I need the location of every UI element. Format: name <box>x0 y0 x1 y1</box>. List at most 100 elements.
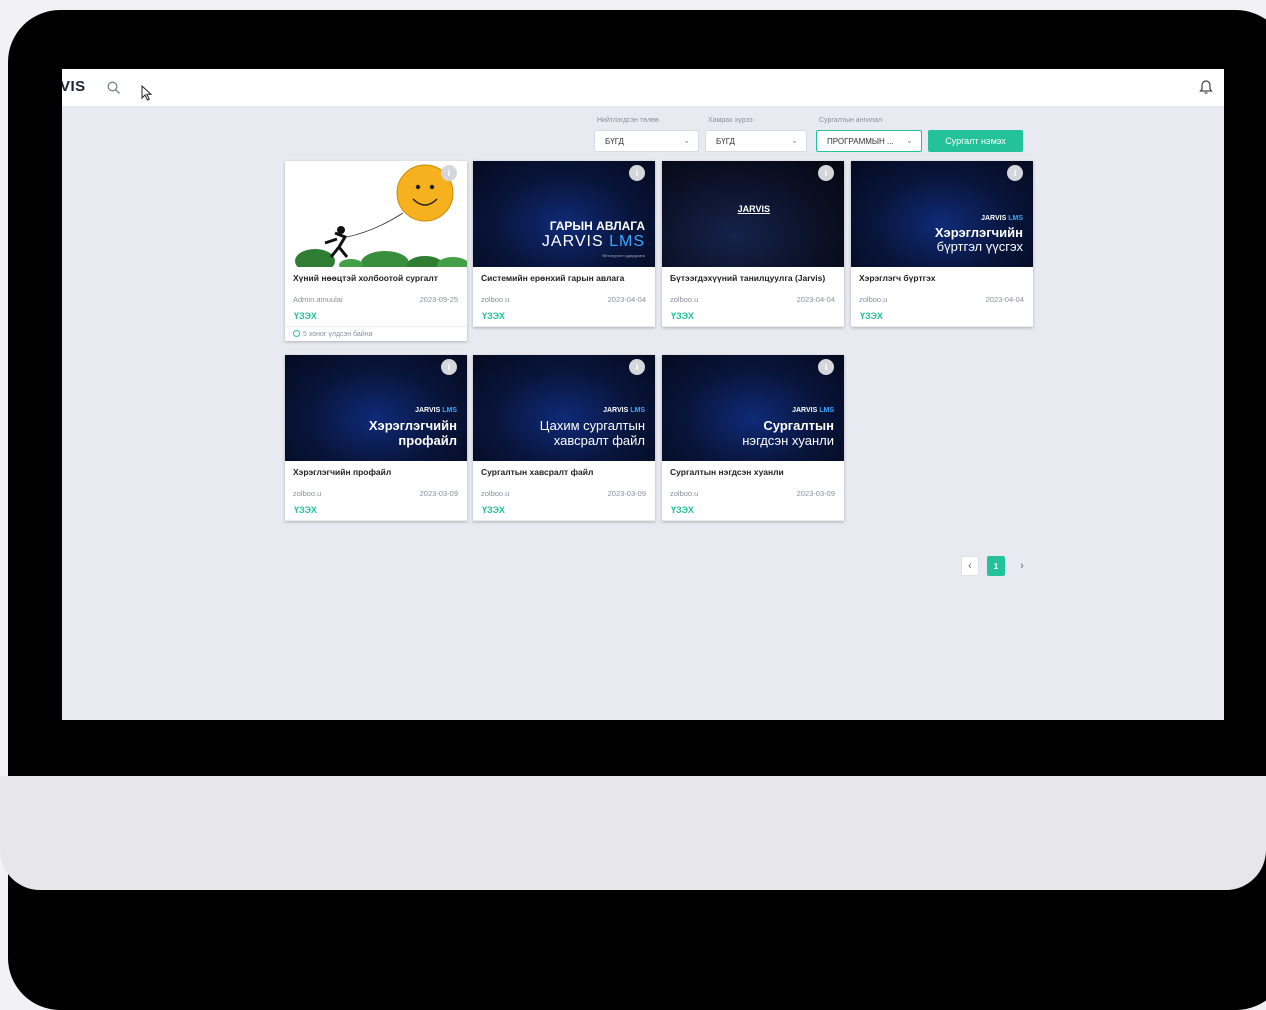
brand-lms: LMS <box>442 407 457 414</box>
view-course-button[interactable]: ҮЗЭХ <box>662 501 844 521</box>
thumbnail-line1: Хэрэглэгчийн <box>368 418 457 433</box>
thumbnail-brand: JARVIS LMS <box>603 407 645 414</box>
category-filter-label: Сургалтын ангилал <box>819 117 883 124</box>
chevron-down-icon: ⌄ <box>683 136 690 145</box>
course-meta: zolboo.u 2023-03-09 <box>662 487 844 501</box>
course-meta: zolboo.u 2023-03-09 <box>285 487 467 501</box>
thumbnail-brand: JARVIS LMS <box>541 233 645 251</box>
course-thumbnail[interactable]: JARVIS i <box>662 161 844 267</box>
course-date: 2023-03-09 <box>607 489 646 498</box>
course-card[interactable]: i Хүний нөөцтэй холбоотой сургалт Admin.… <box>285 161 467 341</box>
view-course-button[interactable]: ҮЗЭХ <box>473 307 655 327</box>
course-author: zolboo.u <box>481 295 510 304</box>
info-icon[interactable]: i <box>441 165 457 181</box>
thumbnail-line2: профайл <box>398 433 457 448</box>
course-thumbnail[interactable]: JARVIS LMS Цахим сургалтын хавсралт файл… <box>473 355 655 461</box>
course-title[interactable]: Хэрэглэгчийн профайл <box>285 461 467 487</box>
search-icon[interactable] <box>107 81 121 95</box>
coverage-filter-label: Хамрах хүрээ <box>708 117 753 124</box>
category-filter-select[interactable]: ПРОГРАММЫН ... ⌄ <box>816 130 922 152</box>
course-meta: zolboo.u 2023-04-04 <box>851 293 1033 307</box>
course-date: 2023-03-09 <box>796 489 835 498</box>
prev-page-button[interactable]: ‹ <box>961 556 979 576</box>
course-card[interactable]: JARVIS i Бүтээгдэхүүний танилцуулга (Jar… <box>662 161 844 327</box>
course-author: zolboo.u <box>670 295 699 304</box>
brand-lms: LMS <box>630 407 645 414</box>
coverage-filter-value: БҮГД <box>716 137 735 146</box>
course-card[interactable]: JARVIS LMS Сургалтын нэгдсэн хуанли i Су… <box>662 355 844 521</box>
info-icon[interactable]: i <box>818 359 834 375</box>
add-course-button[interactable]: Сургалт нэмэх <box>928 130 1023 152</box>
thumbnail-brand: JARVIS LMS <box>415 407 457 414</box>
app-screen: VIS Нийтлэгдсэн төлөв БҮГД ⌄ Хамрах хүрэ… <box>62 69 1224 720</box>
clock-icon <box>293 330 300 337</box>
brand-jarvis: JARVIS <box>792 407 818 414</box>
thumbnail-subtext: Үйлчлүүлэгч удирдлага <box>601 253 645 258</box>
thumbnail-heading: JARVIS <box>737 204 770 214</box>
info-icon[interactable]: i <box>1007 165 1023 181</box>
info-icon[interactable]: i <box>629 359 645 375</box>
course-card[interactable]: JARVIS LMS Хэрэглэгчийн профайл i Хэрэгл… <box>285 355 467 521</box>
published-filter-select[interactable]: БҮГД ⌄ <box>594 130 699 152</box>
cursor-icon <box>141 85 153 101</box>
course-date: 2023-04-04 <box>985 295 1024 304</box>
view-course-button[interactable]: ҮЗЭХ <box>662 307 844 327</box>
brand-lms: LMS <box>819 407 834 414</box>
course-title[interactable]: Сургалтын хавсралт файл <box>473 461 655 487</box>
info-icon[interactable]: i <box>818 165 834 181</box>
thumbnail-line1: Сургалтын <box>763 418 834 433</box>
brand-jarvis: JARVIS <box>981 215 1007 222</box>
course-thumbnail[interactable]: i <box>285 161 467 267</box>
published-filter-label: Нийтлэгдсэн төлөв <box>597 117 659 124</box>
course-thumbnail[interactable]: JARVIS LMS Хэрэглэгчийн бүртгэл үүсгэх i <box>851 161 1033 267</box>
chevron-down-icon: ⌄ <box>791 136 798 145</box>
brand-jarvis: JARVIS <box>415 407 441 414</box>
page-1-button[interactable]: 1 <box>987 556 1005 576</box>
thumbnail-line2: бүртгэл үүсгэх <box>936 239 1023 254</box>
course-meta: zolboo.u 2023-04-04 <box>473 293 655 307</box>
view-course-button[interactable]: ҮЗЭХ <box>851 307 1033 327</box>
view-course-button[interactable]: ҮЗЭХ <box>285 501 467 521</box>
course-card[interactable]: ГАРЫН АВЛАГА JARVIS LMS Үйлчлүүлэгч удир… <box>473 161 655 327</box>
bell-icon[interactable] <box>1199 79 1213 95</box>
brand-jarvis: JARVIS <box>541 233 604 250</box>
thumbnail-line1: Цахим сургалтын <box>539 418 645 433</box>
brand-lms: LMS <box>1008 215 1023 222</box>
next-page-button[interactable]: › <box>1013 556 1031 576</box>
category-filter-value: ПРОГРАММЫН ... <box>827 137 894 146</box>
brand-lms: LMS <box>609 233 645 250</box>
remaining-time: 5 хоног үлдсэн байна <box>285 327 467 341</box>
course-thumbnail[interactable]: JARVIS LMS Сургалтын нэгдсэн хуанли i <box>662 355 844 461</box>
coverage-filter-select[interactable]: БҮГД ⌄ <box>705 130 807 152</box>
course-thumbnail[interactable]: ГАРЫН АВЛАГА JARVIS LMS Үйлчлүүлэгч удир… <box>473 161 655 267</box>
course-thumbnail[interactable]: JARVIS LMS Хэрэглэгчийн профайл i <box>285 355 467 461</box>
view-course-button[interactable]: ҮЗЭХ <box>473 501 655 521</box>
course-title[interactable]: Сургалтын нэгдсэн хуанли <box>662 461 844 487</box>
course-author: zolboo.u <box>481 489 510 498</box>
brand-jarvis: JARVIS <box>603 407 629 414</box>
thumbnail-line2: хавсралт файл <box>553 433 645 448</box>
course-date: 2023-04-04 <box>796 295 835 304</box>
course-author: Admin.amuulai <box>293 295 343 304</box>
course-title[interactable]: Хүний нөөцтэй холбоотой сургалт <box>285 267 467 293</box>
course-meta: zolboo.u 2023-04-04 <box>662 293 844 307</box>
course-date: 2023-03-09 <box>419 489 458 498</box>
thumbnail-brand: JARVIS LMS <box>981 215 1023 222</box>
course-card[interactable]: JARVIS LMS Хэрэглэгчийн бүртгэл үүсгэх i… <box>851 161 1033 327</box>
course-title[interactable]: Бүтээгдэхүүний танилцуулга (Jarvis) <box>662 267 844 293</box>
course-meta: Admin.amuulai 2023-09-25 <box>285 293 467 307</box>
chevron-down-icon: ⌄ <box>906 136 913 145</box>
info-icon[interactable]: i <box>629 165 645 181</box>
course-title[interactable]: Системийн ерөнхий гарын авлага <box>473 267 655 293</box>
thumbnail-brand: JARVIS LMS <box>792 407 834 414</box>
published-filter-value: БҮГД <box>605 137 624 146</box>
view-course-button[interactable]: ҮЗЭХ <box>285 307 467 327</box>
course-title[interactable]: Хэрэглэгч бүртгэх <box>851 267 1033 293</box>
course-meta: zolboo.u 2023-03-09 <box>473 487 655 501</box>
course-card[interactable]: JARVIS LMS Цахим сургалтын хавсралт файл… <box>473 355 655 521</box>
thumbnail-line2: нэгдсэн хуанли <box>742 433 834 448</box>
app-logo[interactable]: VIS <box>62 78 86 95</box>
info-icon[interactable]: i <box>441 359 457 375</box>
thumbnail-line1: Хэрэглэгчийн <box>934 225 1023 240</box>
thumbnail-heading: ГАРЫН АВЛАГА <box>549 219 645 233</box>
